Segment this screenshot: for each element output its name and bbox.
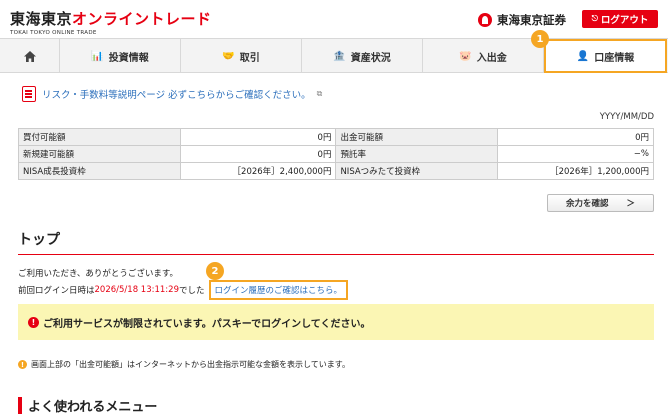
external-link-icon: ⧉: [316, 89, 323, 98]
cell-label: 新規建可能額: [18, 145, 181, 163]
heading-accent-bar: [18, 397, 22, 414]
heading-text: よく使われるメニュー: [28, 400, 158, 415]
risk-notice[interactable]: リスク・手数料等説明ページ 必ずこちらからご確認ください。 ⧉: [22, 86, 322, 102]
nav-investment-info[interactable]: 📊 投資情報: [60, 39, 181, 73]
brand-name: 東海東京証券: [497, 13, 566, 27]
last-login-info: 前回ログイン日時は 2026/5/18 13:11:29 でした ログイン履歴の…: [18, 280, 349, 300]
last-login-suffix: でした: [178, 286, 205, 296]
brand-mark-icon: [478, 13, 492, 27]
table-row: NISA成長投資枠 ［2026年］2,400,000円 NISAつみたて投資枠 …: [18, 162, 654, 180]
site-header: 東海東京オンライントレード TOKAI TOKYO ONLINE TRADE 東…: [0, 0, 668, 38]
risk-link[interactable]: リスク・手数料等説明ページ 必ずこちらからご確認ください。: [42, 87, 311, 101]
chart-icon: 📊: [91, 50, 104, 62]
check-capacity-button[interactable]: 余力を確認 ＞: [547, 194, 654, 212]
logout-icon: ⎋: [591, 14, 598, 23]
table-row: 買付可能額 0円 出金可能額 0円: [18, 128, 654, 146]
site-logo[interactable]: 東海東京オンライントレード TOKAI TOKYO ONLINE TRADE: [10, 8, 212, 36]
logo-text-red: オンライントレード: [72, 10, 212, 28]
main-nav: 📊 投資情報 🤝 取引 🏦 資産状況 🐷 入出金 👤 口座情報: [0, 38, 668, 73]
title-divider: [18, 254, 654, 255]
cell-value: ［2026年］1,200,000円: [497, 162, 654, 180]
info-icon: !: [18, 360, 27, 369]
brand-logo: 東海東京証券: [478, 12, 566, 28]
alert-icon: !: [28, 316, 39, 328]
table-row: 新規建可能額 0円 預託率 −%: [18, 145, 654, 163]
cell-value: 0円: [179, 145, 337, 163]
service-restriction-alert: ! ご利用サービスが制限されています。パスキーでログインしてください。: [18, 304, 654, 340]
logo-text-black: 東海東京: [10, 10, 73, 28]
cell-label: 出金可能額: [335, 128, 499, 146]
last-login-prefix: 前回ログイン日時は: [18, 286, 95, 296]
account-summary-table: 買付可能額 0円 出金可能額 0円 新規建可能額 0円 預託率 −% NISA成…: [18, 128, 654, 180]
note-text: 画面上部の「出金可能額」はインターネットから出金指示可能な金額を表示しています。: [31, 360, 350, 369]
nav-label: 入出金: [476, 52, 507, 64]
withdrawal-note: ! 画面上部の「出金可能額」はインターネットから出金指示可能な金額を表示していま…: [18, 359, 350, 370]
cell-label: 買付可能額: [18, 128, 181, 146]
handshake-icon: 🤝: [222, 50, 235, 62]
nav-label: 口座情報: [594, 52, 635, 64]
button-label: 余力を確認: [565, 199, 609, 209]
logout-label: ログアウト: [600, 15, 649, 26]
nav-label: 資産状況: [350, 52, 391, 64]
building-icon: 🏦: [333, 50, 346, 62]
nav-deposit[interactable]: 🐷 入出金: [423, 39, 544, 73]
cell-value: ［2026年］2,400,000円: [179, 162, 337, 180]
logo-subtitle: TOKAI TOKYO ONLINE TRADE: [10, 30, 97, 36]
cell-label: 預託率: [335, 145, 499, 163]
nav-assets[interactable]: 🏦 資産状況: [302, 39, 423, 73]
alert-text: ご利用サービスが制限されています。パスキーでログインしてください。: [43, 318, 371, 330]
logout-button[interactable]: ⎋ ログアウト: [582, 10, 658, 28]
frequent-menu-heading: よく使われるメニュー: [18, 396, 157, 415]
step-badge-1: 1: [531, 30, 549, 48]
last-login-datetime: 2026/5/18 13:11:29: [94, 285, 179, 295]
nav-label: 投資情報: [108, 52, 149, 64]
cell-label: NISA成長投資枠: [18, 162, 181, 180]
nav-account-info[interactable]: 👤 口座情報: [544, 39, 667, 73]
piggy-bank-icon: 🐷: [459, 50, 472, 62]
nav-home[interactable]: [0, 39, 60, 73]
home-icon: [23, 50, 36, 62]
welcome-message: ご利用いただき、ありがとうございます。: [18, 269, 179, 279]
login-history-link[interactable]: ログイン履歴のご確認はこちら。: [208, 280, 349, 300]
chevron-right-icon: ＞: [626, 199, 636, 209]
cell-value: 0円: [497, 128, 654, 146]
cell-label: NISAつみたて投資枠: [335, 162, 499, 180]
user-icon: 👤: [576, 50, 590, 62]
nav-trade[interactable]: 🤝 取引: [181, 39, 302, 73]
date-label: YYYY/MM/DD: [599, 112, 654, 122]
step-badge-2: 2: [206, 262, 224, 280]
document-icon: [22, 86, 36, 102]
nav-label: 取引: [239, 52, 260, 64]
logo-title: 東海東京オンライントレード: [10, 8, 212, 29]
cell-value: 0円: [179, 128, 337, 146]
cell-value: −%: [497, 145, 654, 163]
page-title: トップ: [18, 232, 60, 248]
